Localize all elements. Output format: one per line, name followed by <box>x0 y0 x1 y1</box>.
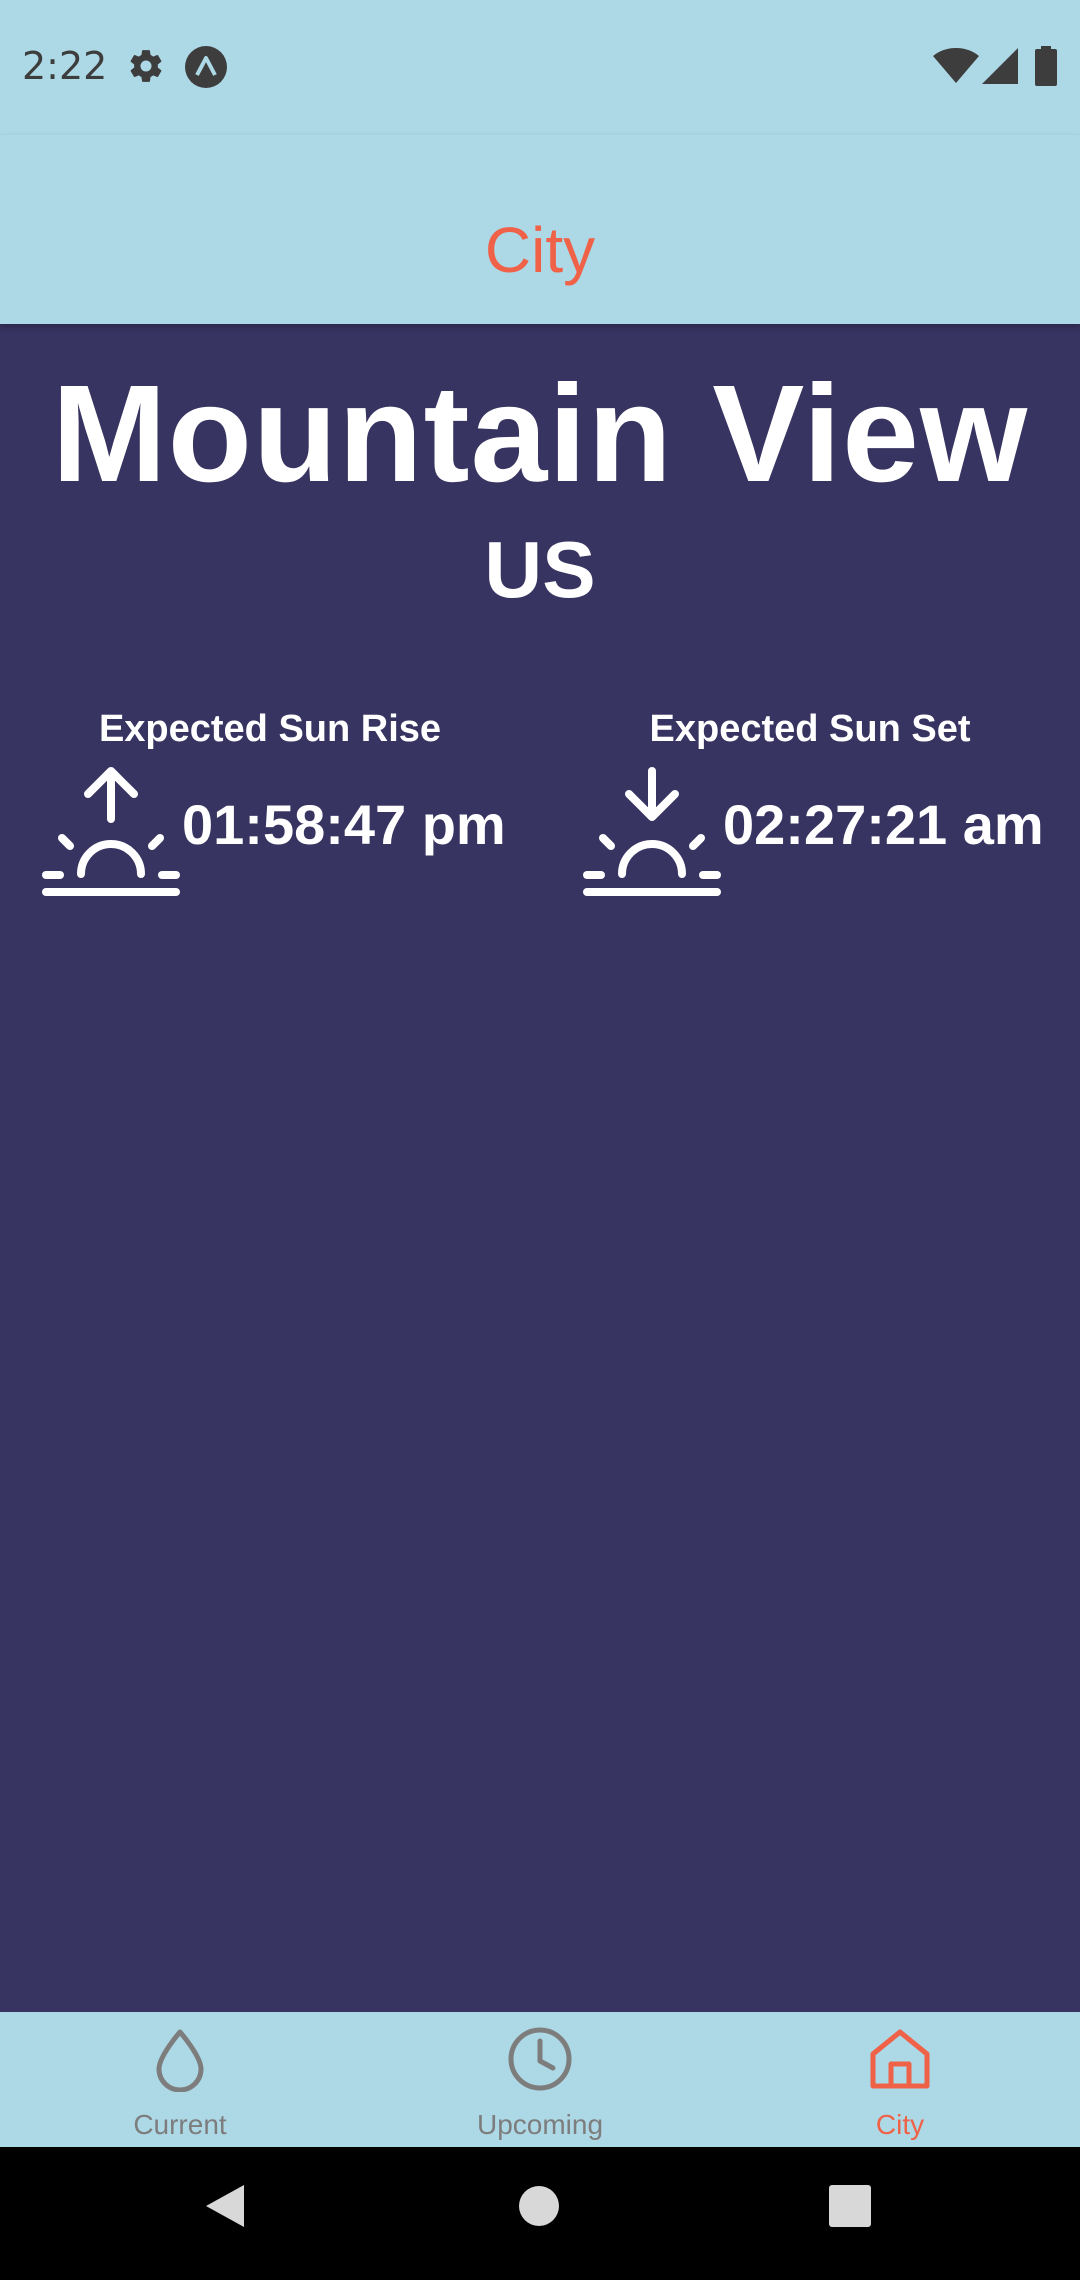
tab-current[interactable]: Current <box>0 2012 360 2147</box>
sunset-icon <box>583 767 721 896</box>
app-header: City <box>0 135 1080 324</box>
status-bar: 2:22 <box>0 0 1080 135</box>
tab-current-label: Current <box>133 2109 227 2140</box>
country-code: US <box>484 525 596 614</box>
sunset-time: 02:27:21 am <box>723 793 1044 856</box>
bottom-navigation: Current Upcoming City <box>0 2012 1080 2147</box>
sunrise-label: Expected Sun Rise <box>98 708 442 750</box>
system-navigation-bar <box>0 2147 1080 2280</box>
sunset-label: Expected Sun Set <box>649 708 971 750</box>
tab-city[interactable]: City <box>720 2012 1080 2147</box>
tab-upcoming[interactable]: Upcoming <box>360 2012 720 2147</box>
app-notification-icon <box>185 46 227 88</box>
water-drop-icon <box>156 2029 204 2092</box>
cellular-signal-icon <box>982 48 1018 84</box>
city-content: Mountain View US Expected Sun Rise 01:58… <box>0 324 1080 2012</box>
sunrise-time: 01:58:47 pm <box>182 793 506 856</box>
sunrise-icon <box>42 767 180 896</box>
battery-icon <box>1035 46 1057 86</box>
city-name: Mountain View <box>51 357 1029 511</box>
home-icon <box>870 2029 930 2089</box>
tab-upcoming-label: Upcoming <box>476 2109 604 2140</box>
gear-icon <box>130 50 162 82</box>
tab-city-label: City <box>875 2109 925 2140</box>
wifi-icon <box>933 48 979 83</box>
back-icon[interactable] <box>204 2183 246 2229</box>
recents-icon[interactable] <box>829 2185 871 2227</box>
status-time: 2:22 <box>22 44 108 88</box>
page-title: City <box>484 214 596 286</box>
home-button-icon[interactable] <box>518 2185 560 2227</box>
clock-icon <box>508 2027 572 2091</box>
